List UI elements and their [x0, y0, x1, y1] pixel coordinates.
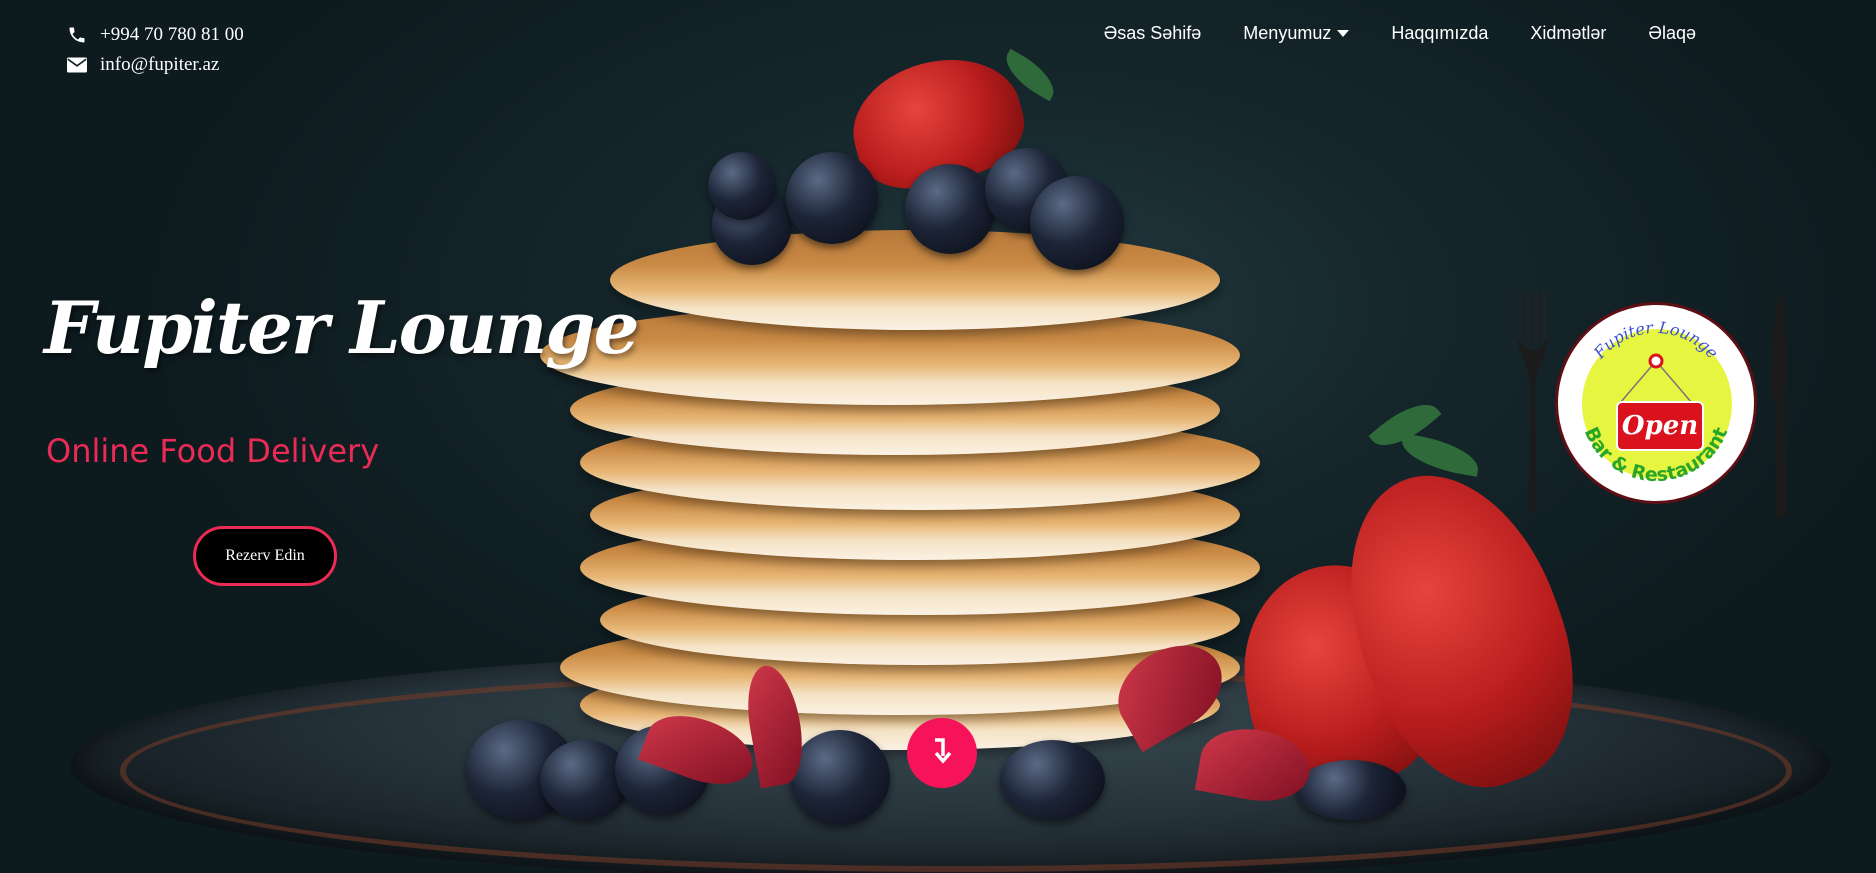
hero-section: +994 70 780 81 00 info@fupiter.az Əsas S… [0, 0, 1876, 873]
nav-item-services[interactable]: Xidmətlər [1530, 20, 1606, 46]
nav-item-menu[interactable]: Menyumuz [1243, 20, 1350, 46]
nav-item-contact[interactable]: Əlaqə [1648, 20, 1696, 46]
knife-icon [1770, 290, 1787, 519]
nav-item-about[interactable]: Haqqımızda [1391, 20, 1488, 46]
scroll-down-button[interactable] [907, 718, 977, 788]
main-nav: Əsas Səhifə Menyumuz Haqqımızda Xidmətlə… [1104, 20, 1696, 46]
phone-row[interactable]: +994 70 780 81 00 [66, 20, 244, 50]
phone-number: +994 70 780 81 00 [100, 24, 244, 45]
arrow-down-icon [929, 736, 955, 771]
reserve-button[interactable]: Rezerv Edin [193, 526, 337, 586]
open-sign: Open [1616, 401, 1704, 451]
phone-icon [66, 24, 88, 46]
envelope-icon [66, 54, 88, 76]
email-row[interactable]: info@fupiter.az [66, 50, 244, 80]
caret-down-icon [1337, 29, 1350, 37]
logo-badge: Fupiter Lounge Bar & Restaurant Open [1555, 302, 1757, 504]
fork-icon [1518, 292, 1547, 514]
contact-info: +994 70 780 81 00 info@fupiter.az [66, 20, 244, 80]
email-address: info@fupiter.az [100, 54, 220, 75]
restaurant-logo: Fupiter Lounge Bar & Restaurant Open [1515, 288, 1815, 523]
nav-item-home[interactable]: Əsas Səhifə [1104, 20, 1202, 46]
hero-subtitle: Online Food Delivery [46, 432, 380, 470]
hero-title: Fupiter Lounge [44, 285, 639, 370]
